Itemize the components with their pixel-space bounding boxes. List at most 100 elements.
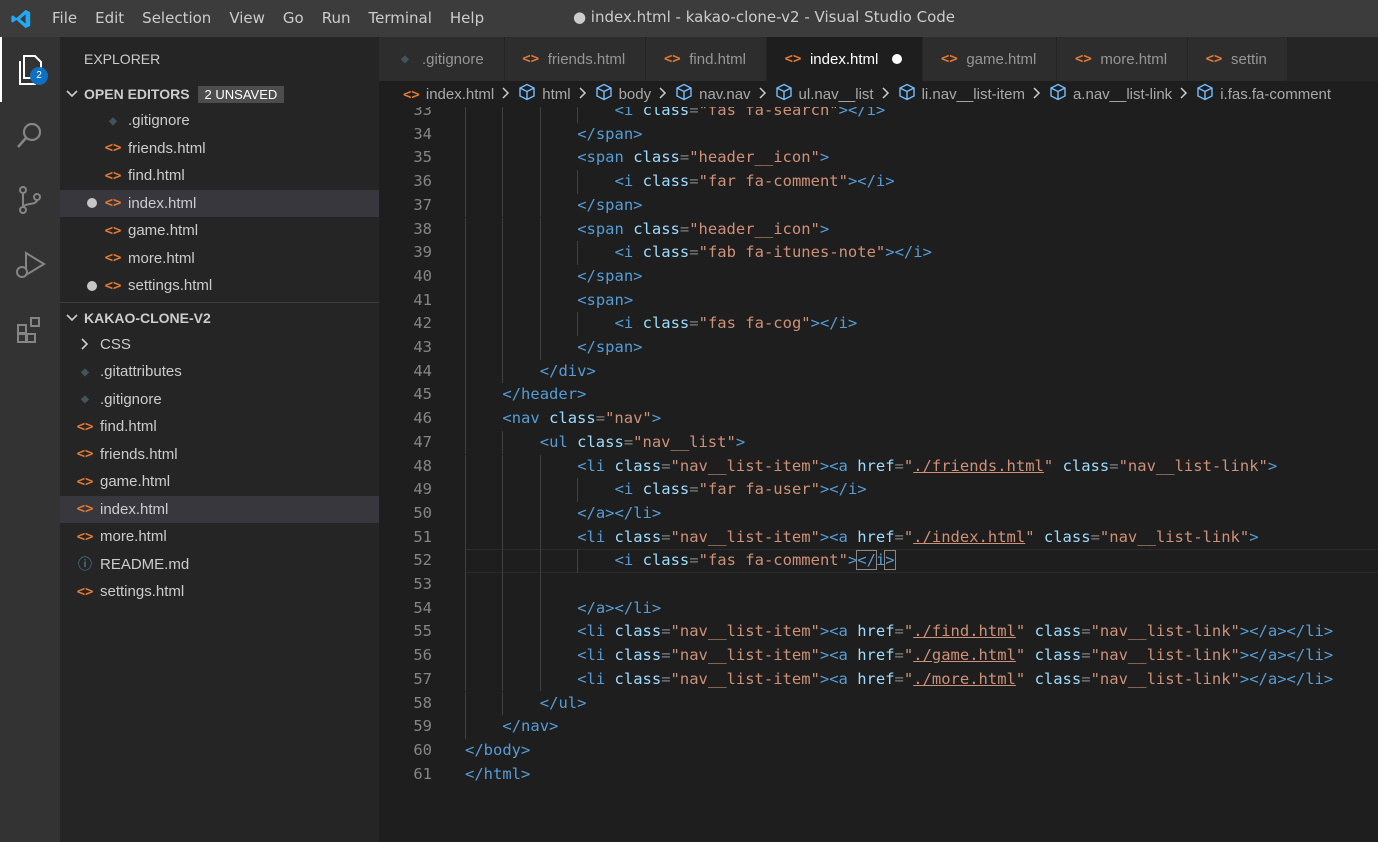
code-editor[interactable]: 33 <i class="fas fa-search"></i> 34 </span>… <box>379 107 1378 842</box>
code-line[interactable]: 39 <i class="fab fa-itunes-note"></i> <box>379 241 1378 265</box>
open-editors-header[interactable]: OPEN EDITORS 2 UNSAVED <box>60 81 379 107</box>
line-number: 54 <box>413 598 432 617</box>
run-debug-activity-button[interactable] <box>0 232 60 297</box>
code-line[interactable]: 48 <li class="nav__list-item"><a href="./… <box>379 455 1378 479</box>
code-line[interactable]: 54 </a></li> <box>379 597 1378 621</box>
breadcrumb-item[interactable]: i.fas.fa-comment <box>1188 83 1331 105</box>
html-file-icon: <> <box>76 418 94 435</box>
code-line[interactable]: 46 <nav class="nav"> <box>379 407 1378 431</box>
run-debug-icon <box>16 250 46 278</box>
tab-more-html[interactable]: <> more.html <box>1057 37 1189 81</box>
file-item[interactable]: <> find.html <box>60 413 379 441</box>
file-item[interactable]: ◆ .gitignore <box>60 386 379 414</box>
file-item[interactable]: <> game.html <box>60 468 379 496</box>
menu-terminal[interactable]: Terminal <box>360 0 441 37</box>
folder-item[interactable]: CSS <box>60 331 379 359</box>
code-text: </html> <box>465 764 531 783</box>
open-editor-item[interactable]: <> more.html <box>60 245 379 273</box>
line-number: 56 <box>413 646 432 665</box>
breadcrumb-item[interactable]: nav.nav <box>667 83 766 105</box>
tab-gitignore[interactable]: ◆ .gitignore <box>379 37 505 81</box>
project-header[interactable]: KAKAO-CLONE-V2 <box>60 305 379 331</box>
line-number: 35 <box>413 148 432 167</box>
code-line[interactable]: 56 <li class="nav__list-item"><a href="./… <box>379 644 1378 668</box>
code-line[interactable]: 36 <i class="far fa-comment"></i> <box>379 170 1378 194</box>
open-editor-item[interactable]: <> friends.html <box>60 135 379 163</box>
menu-run[interactable]: Run <box>313 0 360 37</box>
open-editor-item[interactable]: <> find.html <box>60 162 379 190</box>
code-line[interactable]: 41 <span> <box>379 289 1378 313</box>
code-line[interactable]: 38 <span class="header__icon"> <box>379 218 1378 242</box>
code-line[interactable]: 50 </a></li> <box>379 502 1378 526</box>
code-line[interactable]: 47 <ul class="nav__list"> <box>379 431 1378 455</box>
line-number: 37 <box>413 195 432 214</box>
tab-index-html[interactable]: <> index.html <box>766 37 924 81</box>
indent-guide <box>539 193 541 218</box>
open-editor-item[interactable]: <> settings.html <box>60 272 379 300</box>
menu-edit[interactable]: Edit <box>86 0 133 37</box>
breadcrumb-item[interactable]: html <box>510 83 586 105</box>
open-editor-label: more.html <box>128 249 195 267</box>
tab-settin[interactable]: <> settin <box>1188 37 1288 81</box>
file-item[interactable]: <> friends.html <box>60 441 379 469</box>
file-label: CSS <box>100 335 131 353</box>
source-control-activity-button[interactable] <box>0 167 60 232</box>
code-line[interactable]: 55 <li class="nav__list-item"><a href="./… <box>379 620 1378 644</box>
code-line[interactable]: 51 <li class="nav__list-item"><a href="./… <box>379 526 1378 550</box>
code-line[interactable]: 45 </header> <box>379 383 1378 407</box>
tab-game-html[interactable]: <> game.html <box>923 37 1058 81</box>
file-label: README.md <box>100 555 190 573</box>
project-label: KAKAO-CLONE-V2 <box>84 309 211 326</box>
tab-friends-html[interactable]: <> friends.html <box>504 37 647 81</box>
code-line[interactable]: 35 <span class="header__icon"> <box>379 146 1378 170</box>
code-line[interactable]: 58 </ul> <box>379 692 1378 716</box>
code-line[interactable]: 61 </html> <box>379 763 1378 787</box>
tab-find-html[interactable]: <> find.html <box>646 37 767 81</box>
breadcrumb-item[interactable]: li.nav__list-item <box>890 83 1041 105</box>
indent-guide <box>502 478 504 502</box>
indent-guide <box>465 620 466 645</box>
code-line[interactable]: 40 </span> <box>379 265 1378 289</box>
code-line[interactable]: 57 <li class="nav__list-item"><a href="./… <box>379 668 1378 692</box>
unsaved-dot-icon[interactable] <box>892 54 903 64</box>
menu-view[interactable]: View <box>220 0 274 37</box>
indent-guide <box>465 525 466 550</box>
code-line[interactable]: 59 </nav> <box>379 715 1378 739</box>
code-line[interactable]: 53 <box>379 573 1378 597</box>
code-text: <i class="fas fa-comment"></i> <box>614 550 896 571</box>
menu-file[interactable]: File <box>42 0 86 37</box>
code-text: <li class="nav__list-item"><a href="./in… <box>577 527 1259 546</box>
code-line[interactable]: 43 </span> <box>379 336 1378 360</box>
explorer-activity-button[interactable]: 2 <box>0 37 60 102</box>
file-item[interactable]: <> more.html <box>60 523 379 551</box>
code-line[interactable]: 34 </span> <box>379 123 1378 147</box>
indent-guide <box>577 312 579 336</box>
file-item[interactable]: ⓘ README.md <box>60 551 379 579</box>
breadcrumb-item[interactable]: a.nav__list-link <box>1041 83 1188 105</box>
menu-help[interactable]: Help <box>441 0 493 37</box>
menu-selection[interactable]: Selection <box>133 0 220 37</box>
code-line[interactable]: 42 <i class="fas fa-cog"></i> <box>379 312 1378 336</box>
code-line[interactable]: 44 </div> <box>379 360 1378 384</box>
html-file-icon: <> <box>104 277 122 294</box>
code-line[interactable]: 33 <i class="fas fa-search"></i> <box>379 107 1378 123</box>
open-editor-item[interactable]: <> game.html <box>60 217 379 245</box>
element-cube-icon <box>675 83 693 105</box>
code-line[interactable]: 37 </span> <box>379 194 1378 218</box>
file-item[interactable]: <> settings.html <box>60 578 379 606</box>
breadcrumb-item[interactable]: body <box>587 83 668 105</box>
code-line[interactable]: 49 <i class="far fa-user"></i> <box>379 478 1378 502</box>
line-number: 58 <box>413 693 432 712</box>
open-editor-item[interactable]: <> index.html <box>60 189 379 217</box>
extensions-activity-button[interactable] <box>0 297 60 362</box>
breadcrumb-item[interactable]: <> index.html <box>379 86 510 103</box>
code-line[interactable]: 52 <i class="fas fa-comment"></i> <box>379 549 1378 573</box>
search-activity-button[interactable] <box>0 102 60 167</box>
indent-guide <box>465 407 466 431</box>
file-item[interactable]: ◆ .gitattributes <box>60 358 379 386</box>
code-line[interactable]: 60 </body> <box>379 739 1378 763</box>
open-editor-item[interactable]: ◆ .gitignore <box>60 107 379 135</box>
breadcrumb-item[interactable]: ul.nav__list <box>767 83 890 105</box>
file-item[interactable]: <> index.html <box>60 495 379 523</box>
menu-go[interactable]: Go <box>274 0 313 37</box>
